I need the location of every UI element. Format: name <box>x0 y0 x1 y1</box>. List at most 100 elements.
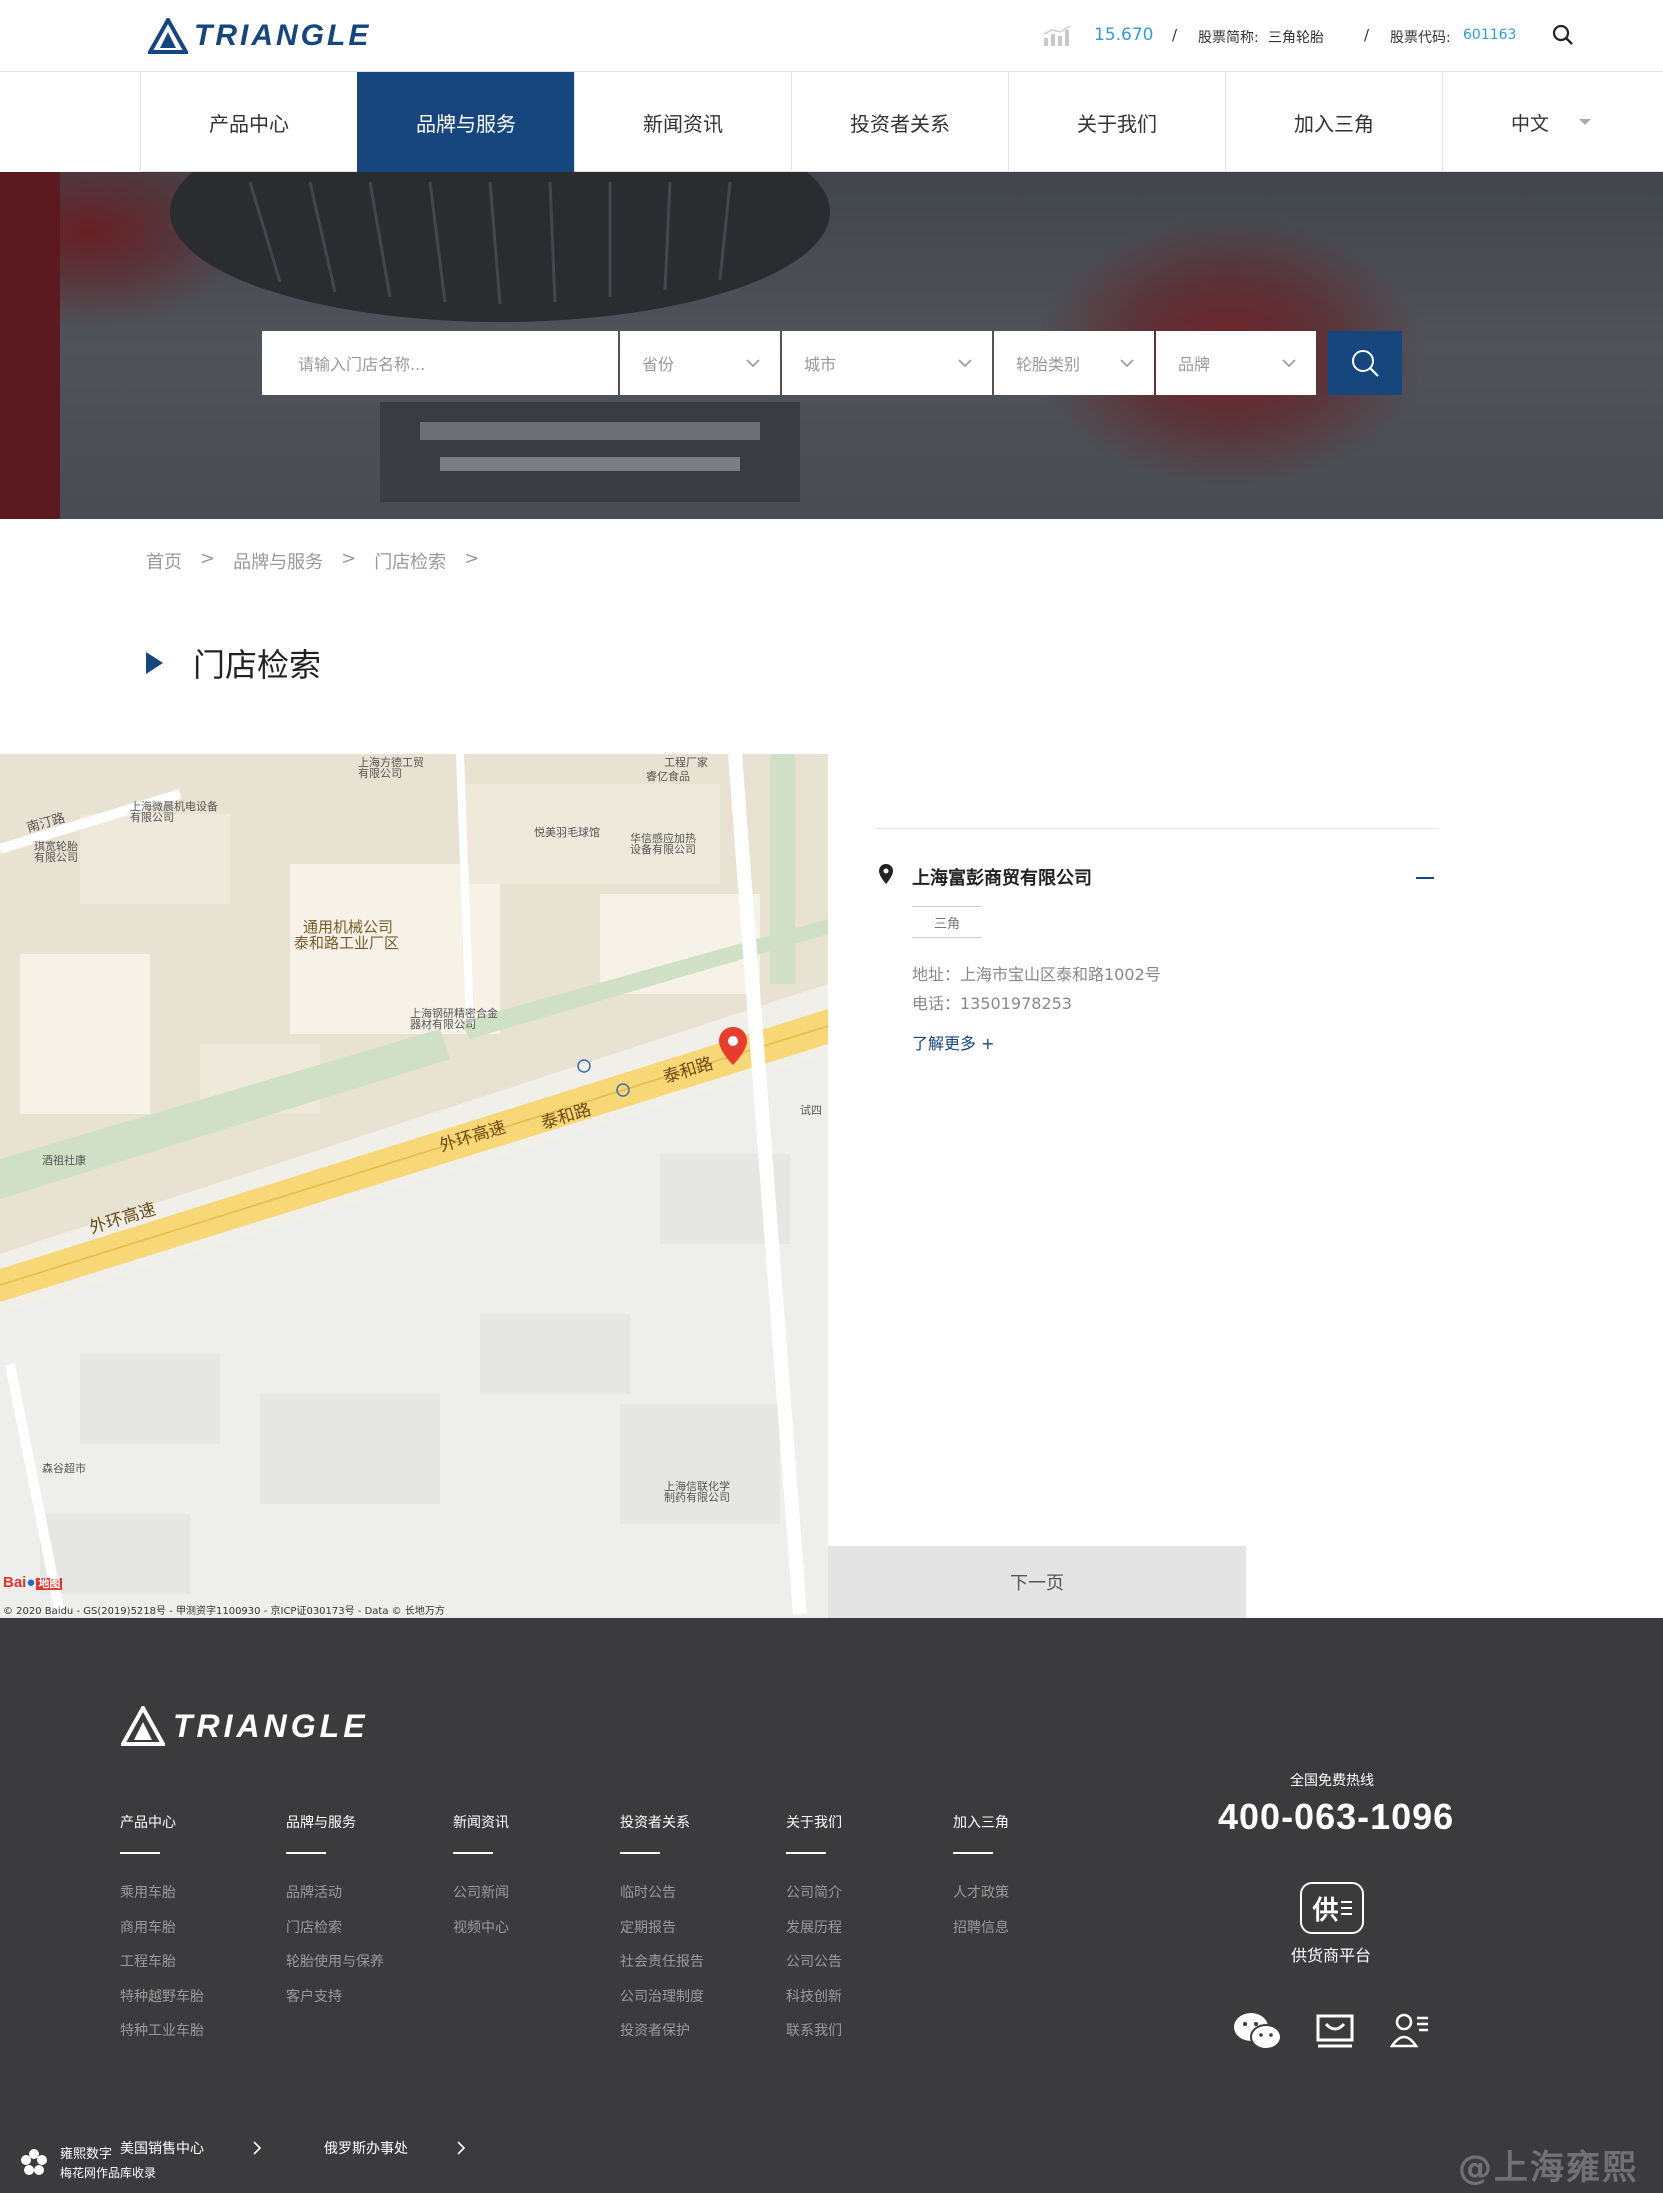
flower-logo-icon <box>21 2149 47 2175</box>
footer-link[interactable]: 门店检索 <box>286 1911 384 1946</box>
footer-col-brand: 品牌与服务 品牌活动 门店检索 轮胎使用与保养 客户支持 <box>286 1812 384 2014</box>
play-arrow-icon <box>146 652 163 674</box>
nav-investor[interactable]: 投资者关系 <box>791 72 1008 172</box>
stock-chart-icon <box>1043 25 1071 46</box>
chevron-down-icon <box>746 359 760 367</box>
footer-link[interactable]: 招聘信息 <box>953 1911 1009 1946</box>
supplier-platform-label[interactable]: 供货商平台 <box>1291 1942 1371 1966</box>
footer-link[interactable]: 特种越野车胎 <box>120 1980 204 2015</box>
footer-col-title[interactable]: 新闻资讯 <box>453 1812 509 1832</box>
baidu-logo: Bai● 地图 <box>3 1574 63 1591</box>
breadcrumb-separator: > <box>341 548 357 569</box>
footer-col-title[interactable]: 投资者关系 <box>620 1812 704 1832</box>
footer-col-title[interactable]: 品牌与服务 <box>286 1812 384 1832</box>
nav-products[interactable]: 产品中心 <box>140 72 357 172</box>
footer-col-title[interactable]: 产品中心 <box>120 1812 204 1832</box>
next-page-button[interactable]: 下一页 <box>828 1546 1246 1618</box>
footer-link[interactable]: 联系我们 <box>786 2014 842 2049</box>
footer-link[interactable]: 品牌活动 <box>286 1876 384 1911</box>
language-select[interactable]: 中文 <box>1442 72 1659 172</box>
divider <box>786 1852 826 1854</box>
footer-col-title[interactable]: 加入三角 <box>953 1812 1009 1832</box>
footer-link[interactable]: 乘用车胎 <box>120 1876 204 1911</box>
footer-col-products: 产品中心 乘用车胎 商用车胎 工程车胎 特种越野车胎 特种工业车胎 <box>120 1812 204 2049</box>
footer-bottom-link-ru[interactable]: 俄罗斯办事处 <box>324 2138 408 2158</box>
city-select[interactable]: 城市 <box>782 331 992 395</box>
store-search-bar: 请输入门店名称... 省份 城市 轮胎类别 品牌 <box>262 331 1316 395</box>
map-copyright: © 2020 Baidu - GS(2019)5218号 - 甲测资字11009… <box>3 1606 445 1617</box>
divider <box>120 1852 160 1854</box>
search-icon[interactable] <box>1552 24 1574 46</box>
breadcrumb-store-search[interactable]: 门店检索 <box>374 548 446 574</box>
user-list-icon[interactable] <box>1390 2010 1430 2050</box>
footer-link[interactable]: 视频中心 <box>453 1911 509 1946</box>
nav-news[interactable]: 新闻资讯 <box>574 72 791 172</box>
footer-link[interactable]: 发展历程 <box>786 1911 842 1946</box>
footer-link[interactable]: 科技创新 <box>786 1980 842 2015</box>
wechat-icon[interactable] <box>1232 2010 1284 2054</box>
collapse-icon[interactable] <box>1416 877 1434 879</box>
divider <box>286 1852 326 1854</box>
footer-logo[interactable]: TRIANGLE <box>121 1706 369 1746</box>
learn-more-link[interactable]: 了解更多 + <box>912 1030 995 1054</box>
caret-down-icon <box>1579 119 1591 125</box>
store-name-input[interactable]: 请输入门店名称... <box>262 331 618 395</box>
map-label: 睿亿食品 <box>646 770 690 783</box>
nav-join[interactable]: 加入三角 <box>1225 72 1442 172</box>
footer-link[interactable]: 定期报告 <box>620 1911 704 1946</box>
supplier-platform-icon[interactable]: 供 <box>1300 1882 1364 1934</box>
breadcrumb-home[interactable]: 首页 <box>146 548 182 574</box>
divider <box>876 828 1438 829</box>
footer-link[interactable]: 工程车胎 <box>120 1945 204 1980</box>
footer-link[interactable]: 人才政策 <box>953 1876 1009 1911</box>
store-name[interactable]: 上海富彭商贸有限公司 <box>912 864 1092 890</box>
footer-link[interactable]: 公司简介 <box>786 1876 842 1911</box>
nav-about[interactable]: 关于我们 <box>1008 72 1225 172</box>
footer-col-join: 加入三角 人才政策 招聘信息 <box>953 1812 1009 1945</box>
breadcrumb: 首页 > 品牌与服务 > 门店检索 > <box>146 548 479 574</box>
footer-col-about: 关于我们 公司简介 发展历程 公司公告 科技创新 联系我们 <box>786 1812 842 2049</box>
footer-link[interactable]: 特种工业车胎 <box>120 2014 204 2049</box>
map-label: 试四 <box>800 1104 822 1117</box>
map-label: 有限公司 <box>34 851 78 864</box>
footer-bottom-link-us[interactable]: 美国销售中心 <box>120 2138 204 2158</box>
location-pin-icon <box>879 864 893 884</box>
city-label: 城市 <box>804 355 837 374</box>
watermark: @上海雍熙 <box>1458 2148 1638 2188</box>
footer-link[interactable]: 公司新闻 <box>453 1876 509 1911</box>
footer-link[interactable]: 轮胎使用与保养 <box>286 1945 384 1980</box>
nav-brand-service[interactable]: 品牌与服务 <box>357 72 574 172</box>
province-select[interactable]: 省份 <box>620 331 780 395</box>
language-label: 中文 <box>1510 112 1549 135</box>
footer-link[interactable]: 公司公告 <box>786 1945 842 1980</box>
triangle-logo-icon <box>121 1706 165 1746</box>
breadcrumb-brand-service[interactable]: 品牌与服务 <box>233 548 323 574</box>
footer-link[interactable]: 社会责任报告 <box>620 1945 704 1980</box>
footer-col-title[interactable]: 关于我们 <box>786 1812 842 1832</box>
page-title-text: 门店检索 <box>193 646 322 684</box>
divider <box>620 1852 660 1854</box>
stock-code: 601163 <box>1463 27 1517 43</box>
tire-type-select[interactable]: 轮胎类别 <box>994 331 1154 395</box>
map-label: 器材有限公司 <box>410 1018 476 1031</box>
main-nav: 产品中心 品牌与服务 新闻资讯 投资者关系 关于我们 加入三角 中文 <box>140 72 1663 172</box>
hotline-number[interactable]: 400-063-1096 <box>1218 1796 1454 1838</box>
footer-link[interactable]: 投资者保护 <box>620 2014 704 2049</box>
logo-text: TRIANGLE <box>194 19 372 52</box>
brand-label: 品牌 <box>1178 355 1211 374</box>
brand-select[interactable]: 品牌 <box>1156 331 1316 395</box>
footer-link[interactable]: 公司治理制度 <box>620 1980 704 2015</box>
search-button[interactable] <box>1328 331 1402 395</box>
map-label: 泰和路工业厂区 <box>294 934 400 952</box>
store-map[interactable]: 南汀路 上海方德工贸 有限公司 工程厂家 睿亿食品 上海微晨机电设备 有限公司 … <box>0 754 828 1618</box>
map-label: 制药有限公司 <box>664 1491 730 1504</box>
footer-link[interactable]: 客户支持 <box>286 1980 384 2015</box>
footer-link[interactable]: 商用车胎 <box>120 1911 204 1946</box>
footer-link[interactable]: 临时公告 <box>620 1876 704 1911</box>
chevron-right-icon <box>253 2141 262 2155</box>
shop-icon[interactable] <box>1314 2012 1356 2052</box>
footer-col-investor: 投资者关系 临时公告 定期报告 社会责任报告 公司治理制度 投资者保护 <box>620 1812 704 2049</box>
logo[interactable]: TRIANGLE <box>148 18 371 54</box>
divider <box>953 1852 993 1854</box>
stock-price: 15.670 <box>1094 25 1154 45</box>
